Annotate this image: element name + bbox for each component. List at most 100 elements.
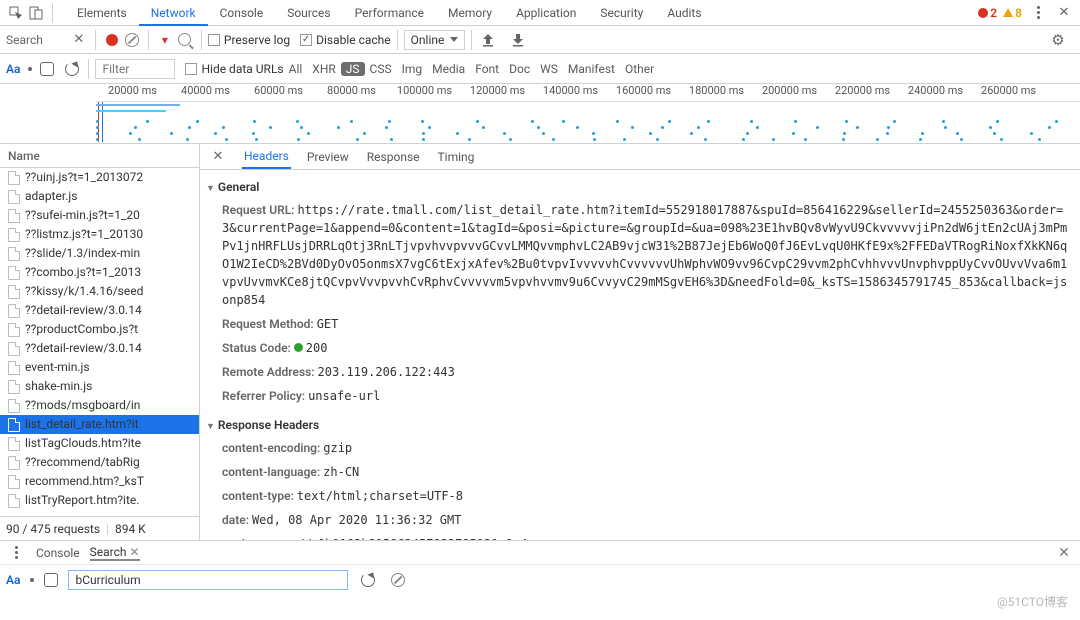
request-row[interactable]: ??uinj.js?t=1_2013072: [0, 168, 199, 187]
filter-other[interactable]: Other: [620, 62, 659, 76]
tab-performance[interactable]: Performance: [343, 0, 436, 26]
close-search-icon[interactable]: ✕: [69, 30, 89, 50]
request-row[interactable]: listTagClouds.htm?ite: [0, 434, 199, 453]
drawer-search-input[interactable]: [68, 570, 348, 590]
tab-console[interactable]: Console: [208, 0, 276, 26]
tab-audits[interactable]: Audits: [655, 0, 713, 26]
refresh-search-icon[interactable]: [62, 59, 82, 79]
waterfall-mark: [1048, 126, 1051, 129]
network-timeline[interactable]: 20000 ms40000 ms60000 ms80000 ms100000 m…: [0, 84, 1080, 144]
search-clear-icon[interactable]: [388, 570, 408, 590]
request-row[interactable]: ??mods/msgboard/in: [0, 396, 199, 415]
hide-data-urls-checkbox[interactable]: Hide data URLs: [185, 62, 283, 76]
close-drawer-icon[interactable]: ✕: [1054, 543, 1074, 563]
request-list-panel: Name ??uinj.js?t=1_2013072adapter.js??su…: [0, 144, 200, 540]
close-search-tab-icon[interactable]: ✕: [129, 545, 139, 559]
section-general[interactable]: General: [206, 176, 1068, 198]
device-toggle-icon[interactable]: [26, 3, 46, 23]
request-method-value: GET: [317, 317, 339, 331]
request-row[interactable]: ??slide/1.3/index-min: [0, 244, 199, 263]
request-row[interactable]: list_detail_rate.htm?it: [0, 415, 199, 434]
filter-xhr[interactable]: XHR: [307, 62, 340, 76]
detail-tab-headers[interactable]: Headers: [242, 145, 291, 169]
search-refresh-icon[interactable]: [358, 570, 378, 590]
request-row[interactable]: recommend.htm?_ksT: [0, 472, 199, 491]
detail-tab-timing[interactable]: Timing: [436, 146, 477, 168]
request-row[interactable]: ??kissy/k/1.4.16/seed: [0, 282, 199, 301]
filter-ws[interactable]: WS: [535, 62, 563, 76]
kebab-menu-icon[interactable]: [1028, 3, 1048, 23]
drawer-menu-icon[interactable]: [6, 543, 26, 563]
waterfall-mark: [300, 126, 303, 129]
tab-elements[interactable]: Elements: [65, 0, 139, 26]
request-row[interactable]: ??sufei-min.js?t=1_20: [0, 206, 199, 225]
filter-media[interactable]: Media: [427, 62, 470, 76]
search-regex-dot-icon[interactable]: [30, 578, 34, 582]
close-devtools-icon[interactable]: ✕: [1054, 3, 1074, 23]
waterfall-mark: [576, 126, 579, 129]
waterfall-mark: [1030, 132, 1033, 135]
drawer-tab-console[interactable]: Console: [36, 546, 80, 560]
filter-input[interactable]: [95, 59, 175, 79]
match-case-icon[interactable]: Aa: [6, 62, 20, 76]
waterfall-mark: [1000, 138, 1003, 141]
request-row[interactable]: listTryReport.htm?ite.: [0, 491, 199, 510]
filter-manifest[interactable]: Manifest: [563, 62, 620, 76]
filter-css[interactable]: CSS: [365, 62, 397, 76]
close-detail-icon[interactable]: ✕: [208, 147, 228, 167]
disable-cache-checkbox[interactable]: Disable cache: [300, 33, 391, 47]
tab-network[interactable]: Network: [139, 0, 208, 26]
request-row[interactable]: ??detail-review/3.0.14: [0, 339, 199, 358]
request-row[interactable]: adapter.js: [0, 187, 199, 206]
throttling-select[interactable]: Online: [404, 30, 466, 50]
request-name: ??sufei-min.js?t=1_20: [25, 206, 140, 225]
tab-sources[interactable]: Sources: [275, 0, 342, 26]
content-encoding-value: gzip: [323, 441, 352, 455]
regex-bracket-icon[interactable]: [40, 62, 54, 76]
waterfall-mark: [704, 138, 707, 141]
request-row[interactable]: event-min.js: [0, 358, 199, 377]
waterfall-mark: [542, 132, 545, 135]
drawer-tab-search[interactable]: Search ✕: [90, 545, 140, 561]
filter-font[interactable]: Font: [470, 62, 504, 76]
download-har-icon[interactable]: [508, 30, 528, 50]
file-icon: [8, 475, 20, 489]
filter-toggle-icon[interactable]: ▾: [155, 30, 175, 50]
filter-img[interactable]: Img: [397, 62, 428, 76]
tab-security[interactable]: Security: [588, 0, 655, 26]
column-name-header[interactable]: Name: [0, 144, 199, 168]
filter-doc[interactable]: Doc: [504, 62, 535, 76]
request-row[interactable]: ??listmz.js?t=1_20130: [0, 225, 199, 244]
request-row[interactable]: ??combo.js?t=1_2013: [0, 263, 199, 282]
request-row[interactable]: ??recommend/tabRig: [0, 453, 199, 472]
detail-tab-preview[interactable]: Preview: [305, 146, 351, 168]
clear-icon[interactable]: [122, 30, 142, 50]
inspect-icon[interactable]: [6, 3, 26, 23]
waterfall-mark: [196, 120, 199, 123]
error-badge[interactable]: 2: [978, 6, 997, 20]
filter-all[interactable]: All: [284, 62, 308, 76]
request-name: ??uinj.js?t=1_2013072: [25, 168, 143, 187]
waterfall-mark: [593, 138, 596, 141]
warning-badge[interactable]: 8: [1003, 6, 1022, 20]
search-network-icon[interactable]: [175, 30, 195, 50]
request-row[interactable]: shake-min.js: [0, 377, 199, 396]
request-row[interactable]: ??detail-review/3.0.14: [0, 301, 199, 320]
record-icon[interactable]: [102, 30, 122, 50]
search-match-case-icon[interactable]: Aa: [6, 573, 20, 587]
regex-dot-icon[interactable]: [28, 67, 32, 71]
request-name: ??listmz.js?t=1_20130: [25, 225, 143, 244]
waterfall-mark: [421, 120, 424, 123]
detail-tab-response[interactable]: Response: [365, 146, 422, 168]
filter-js[interactable]: JS: [341, 62, 365, 76]
search-regex-bracket-icon[interactable]: [44, 573, 58, 587]
file-icon: [8, 437, 20, 451]
preserve-log-checkbox[interactable]: Preserve log: [208, 33, 290, 47]
tab-application[interactable]: Application: [504, 0, 588, 26]
request-name: event-min.js: [25, 358, 90, 377]
section-response-headers[interactable]: Response Headers: [206, 414, 1068, 436]
request-row[interactable]: ??productCombo.js?t: [0, 320, 199, 339]
upload-har-icon[interactable]: [478, 30, 498, 50]
network-settings-icon[interactable]: ⚙: [1048, 30, 1068, 50]
tab-memory[interactable]: Memory: [436, 0, 504, 26]
